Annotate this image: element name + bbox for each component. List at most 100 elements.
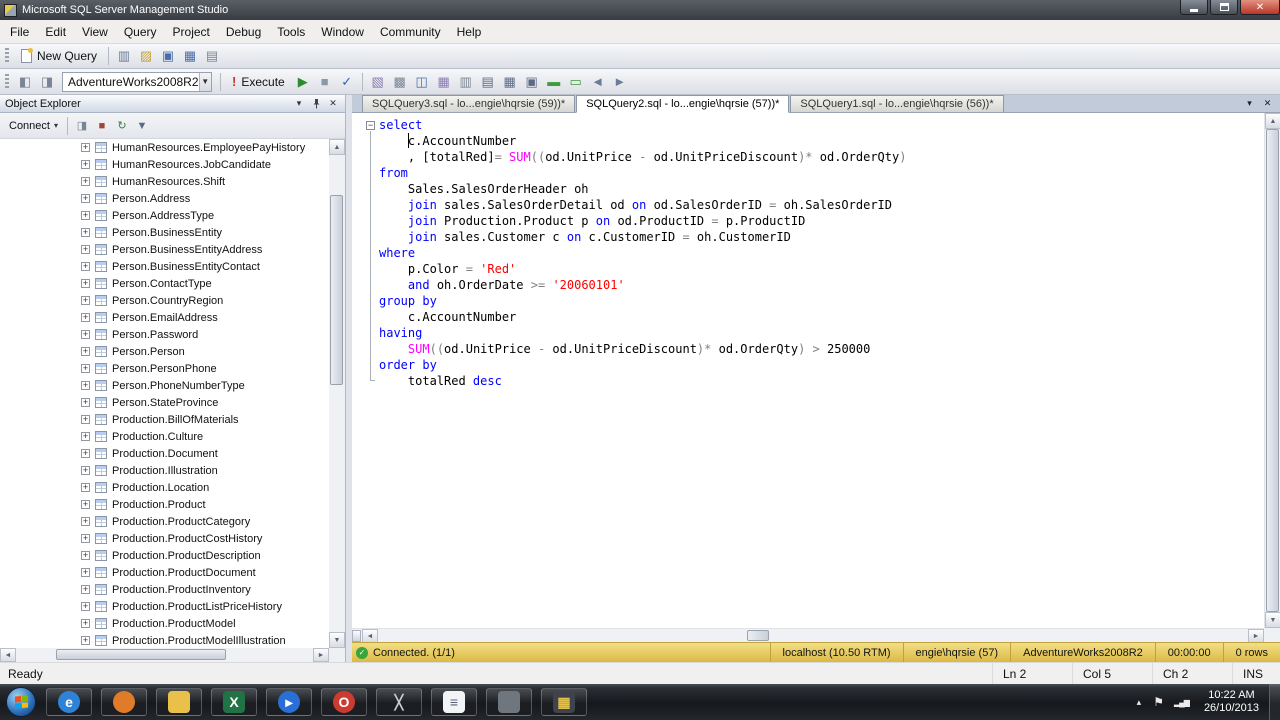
code-line[interactable]: totalRed desc (379, 373, 1264, 389)
active-files-icon[interactable]: ▾ (1242, 97, 1257, 111)
split-handle[interactable] (352, 630, 361, 642)
tree-item[interactable]: + Person.BusinessEntityAddress (0, 241, 329, 258)
code-line[interactable]: select (379, 117, 1264, 133)
tree-item[interactable]: + Person.Password (0, 326, 329, 343)
client-statistics-icon[interactable]: ▥ (455, 72, 477, 92)
expand-icon[interactable]: + (81, 313, 90, 322)
scroll-right-icon[interactable]: ► (1248, 629, 1264, 643)
toolbar-grip[interactable] (5, 48, 9, 64)
title-bar[interactable]: Microsoft SQL Server Management Studio ✕ (0, 0, 1280, 20)
tree-item[interactable]: + HumanResources.EmployeePayHistory (0, 139, 329, 156)
connect-button[interactable]: Connect ▾ (4, 118, 63, 134)
editor-hscrollbar[interactable]: ◄ ► (352, 628, 1264, 643)
menu-debug[interactable]: Debug (218, 21, 269, 43)
object-explorer-header[interactable]: Object Explorer ▾ ✕ (0, 95, 345, 113)
taskbar-button[interactable]: X (211, 688, 257, 716)
tree-item[interactable]: + Production.ProductModelIllustration (0, 632, 329, 648)
tree-item[interactable]: + Person.StateProvince (0, 394, 329, 411)
tree-item[interactable]: + Production.ProductCategory (0, 513, 329, 530)
expand-icon[interactable]: + (81, 534, 90, 543)
expand-icon[interactable]: + (81, 211, 90, 220)
code-area[interactable]: − select c.AccountNumber , [totalRed]= S… (352, 113, 1264, 628)
taskbar-button[interactable]: e (46, 688, 92, 716)
menu-file[interactable]: File (2, 21, 37, 43)
save-all-icon[interactable]: ▦ (179, 46, 201, 66)
tree-item[interactable]: + Production.Product (0, 496, 329, 513)
expand-icon[interactable]: + (81, 466, 90, 475)
expand-icon[interactable]: + (81, 568, 90, 577)
show-hidden-icons-button[interactable]: ▴ (1130, 697, 1149, 708)
expand-icon[interactable]: + (81, 602, 90, 611)
code-line[interactable]: join Production.Product p on od.ProductI… (379, 213, 1264, 229)
database-combo[interactable]: AdventureWorks2008R2 ▼ (62, 71, 212, 92)
tree-item[interactable]: + Production.BillOfMaterials (0, 411, 329, 428)
print-icon[interactable]: ▤ (201, 46, 223, 66)
menu-view[interactable]: View (74, 21, 116, 43)
code-line[interactable]: having (379, 325, 1264, 341)
expand-icon[interactable]: + (81, 415, 90, 424)
object-explorer-hscrollbar[interactable]: ◄ ► (0, 648, 329, 662)
close-panel-icon[interactable]: ✕ (326, 97, 340, 110)
taskbar-button[interactable]: ▦ (541, 688, 587, 716)
expand-icon[interactable]: + (81, 619, 90, 628)
taskbar-button[interactable]: ▸ (266, 688, 312, 716)
code-line[interactable]: join sales.SalesOrderDetail od on od.Sal… (379, 197, 1264, 213)
expand-icon[interactable]: + (81, 585, 90, 594)
close-document-icon[interactable]: ✕ (1260, 97, 1275, 111)
code-line[interactable]: p.Color = 'Red' (379, 261, 1264, 277)
refresh-icon[interactable]: ↻ (112, 116, 132, 136)
tree-item[interactable]: + Person.PhoneNumberType (0, 377, 329, 394)
stop-icon[interactable]: ■ (314, 72, 336, 92)
scrollbar-thumb[interactable] (330, 195, 343, 385)
expand-icon[interactable]: + (81, 143, 90, 152)
tree-item[interactable]: + Production.Location (0, 479, 329, 496)
save-icon[interactable]: ▣ (157, 46, 179, 66)
filter-icon[interactable]: ▼ (132, 116, 152, 136)
expand-icon[interactable]: + (81, 177, 90, 186)
new-database-query-icon[interactable]: ▥ (113, 46, 135, 66)
tree-item[interactable]: + Production.ProductDescription (0, 547, 329, 564)
document-tab[interactable]: SQLQuery3.sql - lo...engie\hqrsie (59))* (362, 95, 576, 112)
document-tab[interactable]: SQLQuery2.sql - lo...engie\hqrsie (57))* (576, 95, 790, 113)
expand-icon[interactable]: + (81, 330, 90, 339)
estimated-plan-icon[interactable]: ▧ (367, 72, 389, 92)
code-line[interactable]: join sales.Customer c on c.CustomerID = … (379, 229, 1264, 245)
parse-icon[interactable]: ✓ (336, 72, 358, 92)
tree-item[interactable]: + HumanResources.JobCandidate (0, 156, 329, 173)
outline-collapse-icon[interactable]: − (366, 121, 375, 130)
expand-icon[interactable]: + (81, 381, 90, 390)
scroll-right-icon[interactable]: ► (313, 648, 329, 662)
scroll-left-icon[interactable]: ◄ (0, 648, 16, 662)
taskbar-button[interactable] (486, 688, 532, 716)
disconnect-icon[interactable]: ◨ (72, 116, 92, 136)
tree-item[interactable]: + Person.BusinessEntityContact (0, 258, 329, 275)
code-line[interactable]: c.AccountNumber (379, 133, 1264, 149)
start-button[interactable] (6, 687, 36, 717)
code-line[interactable]: where (379, 245, 1264, 261)
expand-icon[interactable]: + (81, 398, 90, 407)
actual-plan-icon[interactable]: ▦ (433, 72, 455, 92)
action-center-flag-icon[interactable]: ⚑ (1153, 695, 1164, 709)
taskbar-button[interactable]: ≡ (431, 688, 477, 716)
auto-hide-pin-icon[interactable] (309, 97, 323, 110)
expand-icon[interactable]: + (81, 364, 90, 373)
expand-icon[interactable]: + (81, 160, 90, 169)
scroll-left-icon[interactable]: ◄ (362, 629, 378, 643)
scrollbar-thumb[interactable] (56, 649, 226, 660)
menu-help[interactable]: Help (449, 21, 490, 43)
expand-icon[interactable]: + (81, 636, 90, 645)
uncomment-icon[interactable]: ▭ (565, 72, 587, 92)
expand-icon[interactable]: + (81, 262, 90, 271)
tree-item[interactable]: + Production.Culture (0, 428, 329, 445)
debug-icon[interactable]: ▶ (292, 72, 314, 92)
taskbar-button[interactable] (156, 688, 202, 716)
expand-icon[interactable]: + (81, 517, 90, 526)
tree-item[interactable]: + Person.ContactType (0, 275, 329, 292)
chevron-down-icon[interactable]: ▼ (198, 72, 211, 91)
show-desktop-button[interactable] (1269, 684, 1280, 720)
expand-icon[interactable]: + (81, 228, 90, 237)
taskbar-button[interactable] (101, 688, 147, 716)
expand-icon[interactable]: + (81, 194, 90, 203)
scroll-down-icon[interactable]: ▼ (329, 632, 345, 648)
intellisense-icon[interactable]: ◫ (411, 72, 433, 92)
